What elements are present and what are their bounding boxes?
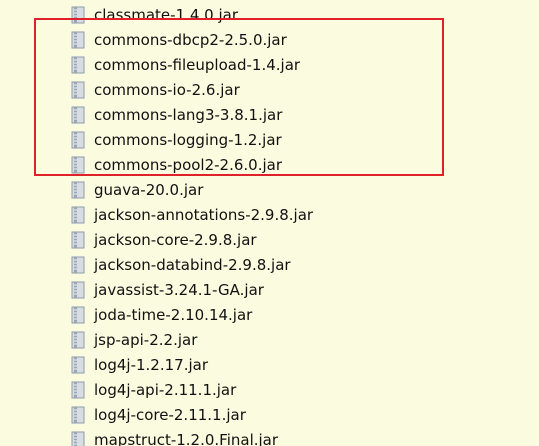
file-name: commons-pool2-2.6.0.jar xyxy=(94,155,283,174)
jar-file-icon xyxy=(71,31,85,48)
file-name: jackson-core-2.9.8.jar xyxy=(94,230,257,249)
file-item-jackson-databind[interactable]: jackson-databind-2.9.8.jar xyxy=(70,252,291,277)
jar-file-icon xyxy=(71,356,85,373)
file-item-log4j-core[interactable]: log4j-core-2.11.1.jar xyxy=(70,402,246,427)
jar-file-icon xyxy=(71,331,85,348)
file-name: jsp-api-2.2.jar xyxy=(94,330,198,349)
file-name: javassist-3.24.1-GA.jar xyxy=(94,280,264,299)
file-item-commons-dbcp2[interactable]: commons-dbcp2-2.5.0.jar xyxy=(70,27,287,52)
jar-file-icon xyxy=(71,156,85,173)
jar-file-icon xyxy=(71,181,85,198)
file-item-commons-fileupload[interactable]: commons-fileupload-1.4.jar xyxy=(70,52,300,77)
jar-file-icon xyxy=(71,231,85,248)
file-item-joda-time[interactable]: joda-time-2.10.14.jar xyxy=(70,302,252,327)
jar-file-icon xyxy=(71,131,85,148)
jar-file-icon xyxy=(71,56,85,73)
file-item-guava[interactable]: guava-20.0.jar xyxy=(70,177,203,202)
jar-file-icon xyxy=(71,281,85,298)
file-name: commons-io-2.6.jar xyxy=(94,80,240,99)
file-item-classmate[interactable]: classmate-1.4.0.jar xyxy=(70,2,238,27)
jar-file-icon xyxy=(71,406,85,423)
file-name: jackson-databind-2.9.8.jar xyxy=(94,255,291,274)
file-item-log4j[interactable]: log4j-1.2.17.jar xyxy=(70,352,208,377)
file-name: joda-time-2.10.14.jar xyxy=(94,305,253,324)
file-item-log4j-api[interactable]: log4j-api-2.11.1.jar xyxy=(70,377,236,402)
jar-file-icon xyxy=(71,6,85,23)
file-name: commons-lang3-3.8.1.jar xyxy=(94,105,283,124)
file-name: commons-dbcp2-2.5.0.jar xyxy=(94,30,287,49)
file-name: jackson-annotations-2.9.8.jar xyxy=(94,205,314,224)
jar-file-icon xyxy=(71,306,85,323)
file-item-javassist[interactable]: javassist-3.24.1-GA.jar xyxy=(70,277,264,302)
file-item-commons-io[interactable]: commons-io-2.6.jar xyxy=(70,77,240,102)
file-name: guava-20.0.jar xyxy=(94,180,204,199)
file-item-jackson-annotations[interactable]: jackson-annotations-2.9.8.jar xyxy=(70,202,313,227)
file-list: classmate-1.4.0.jar commons-dbcp2-2.5.0.… xyxy=(0,0,539,446)
file-item-jackson-core[interactable]: jackson-core-2.9.8.jar xyxy=(70,227,257,252)
file-item-jsp-api[interactable]: jsp-api-2.2.jar xyxy=(70,327,197,352)
jar-file-icon xyxy=(71,206,85,223)
file-name: commons-logging-1.2.jar xyxy=(94,130,282,149)
file-name: commons-fileupload-1.4.jar xyxy=(94,55,301,74)
file-name: classmate-1.4.0.jar xyxy=(94,5,239,24)
file-item-mapstruct[interactable]: mapstruct-1.2.0.Final.jar xyxy=(70,427,278,446)
file-name: mapstruct-1.2.0.Final.jar xyxy=(94,430,279,446)
file-item-commons-logging[interactable]: commons-logging-1.2.jar xyxy=(70,127,282,152)
jar-file-icon xyxy=(71,81,85,98)
file-name: log4j-api-2.11.1.jar xyxy=(94,380,237,399)
file-item-commons-pool2[interactable]: commons-pool2-2.6.0.jar xyxy=(70,152,282,177)
file-name: log4j-core-2.11.1.jar xyxy=(94,405,246,424)
jar-file-icon xyxy=(71,381,85,398)
jar-file-icon xyxy=(71,256,85,273)
jar-file-icon xyxy=(71,106,85,123)
jar-file-icon xyxy=(71,431,85,446)
file-name: log4j-1.2.17.jar xyxy=(94,355,208,374)
file-item-commons-lang3[interactable]: commons-lang3-3.8.1.jar xyxy=(70,102,282,127)
